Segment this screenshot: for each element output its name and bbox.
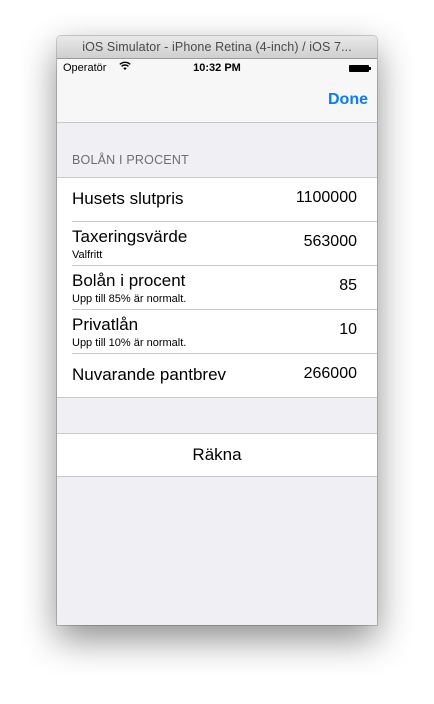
row-title: Privatlån: [72, 315, 139, 334]
row-title: Husets slutpris: [72, 189, 184, 208]
status-time: 10:32 PM: [193, 62, 241, 74]
section-header: BOLÅN I PROCENT: [72, 153, 189, 167]
private-loan-field[interactable]: [237, 321, 357, 339]
mortgage-percent-field[interactable]: [237, 277, 357, 295]
input-table: Husets slutpris Taxeringsvärde Valfritt …: [57, 177, 377, 398]
row-title: Bolån i procent: [72, 271, 186, 290]
row-subtitle: Valfritt: [72, 249, 103, 261]
house-price-field[interactable]: [237, 189, 357, 207]
row-title: Taxeringsvärde: [72, 227, 188, 246]
table-row[interactable]: Taxeringsvärde Valfritt: [72, 222, 377, 266]
row-subtitle: Upp till 10% är normalt.: [72, 337, 187, 349]
table-row[interactable]: Nuvarande pantbrev: [72, 354, 377, 397]
table-row[interactable]: Privatlån Upp till 10% är normalt.: [72, 310, 377, 354]
table-row[interactable]: Husets slutpris: [72, 178, 377, 222]
current-mortgage-deeds-field[interactable]: [237, 365, 357, 383]
row-title: Nuvarande pantbrev: [72, 365, 227, 384]
done-button[interactable]: Done: [328, 91, 368, 109]
calculate-button[interactable]: Räkna: [57, 433, 377, 477]
assessed-value-field[interactable]: [237, 233, 357, 251]
row-subtitle: Upp till 85% är normalt.: [72, 293, 187, 305]
window-title: iOS Simulator - iPhone Retina (4-inch) /…: [57, 36, 377, 59]
simulator-window: iOS Simulator - iPhone Retina (4-inch) /…: [57, 36, 377, 625]
status-bar: Operatör 10:32 PM: [57, 59, 377, 79]
table-row[interactable]: Bolån i procent Upp till 85% är normalt.: [72, 266, 377, 310]
navigation-bar: Done: [57, 79, 377, 123]
battery-icon: [349, 65, 371, 72]
